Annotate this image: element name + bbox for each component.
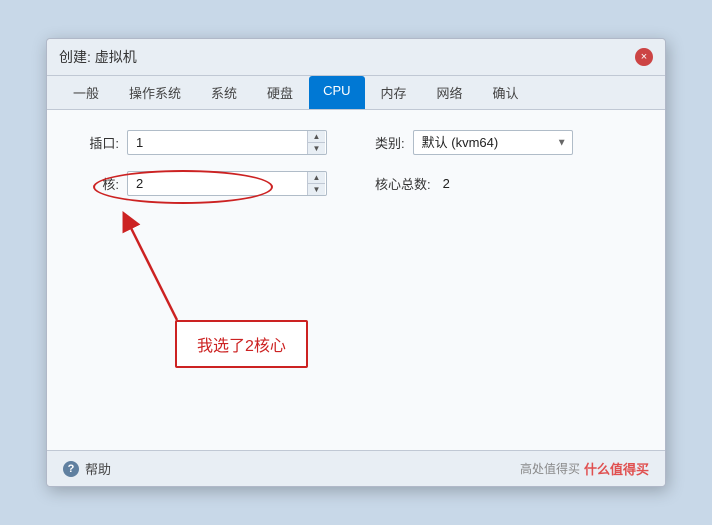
close-button[interactable]: ×: [635, 48, 653, 66]
tab-system[interactable]: 系统: [197, 76, 251, 109]
create-vm-dialog: 创建: 虚拟机 × 一般 操作系统 系统 硬盘 CPU 内存 网络 确认 插口:…: [46, 38, 666, 487]
type-select-wrap: 默认 (kvm64) host qemu64 ▼: [413, 130, 573, 155]
annotation-arrow-svg: [107, 190, 287, 340]
socket-down-button[interactable]: ▼: [307, 143, 325, 154]
annotation-area: [107, 190, 367, 390]
socket-row: 插口: ▲ ▼ 类别: 默认 (kvm64) host qemu64 ▼: [71, 130, 641, 155]
footer-watermark: 高处值得买: [520, 460, 580, 477]
footer-left: ? 帮助: [63, 459, 111, 478]
type-label: 类别:: [375, 133, 405, 152]
tab-bar: 一般 操作系统 系统 硬盘 CPU 内存 网络 确认: [47, 76, 665, 110]
dialog-footer: ? 帮助 高处值得买 什么值得买: [47, 450, 665, 486]
tab-os[interactable]: 操作系统: [115, 76, 195, 109]
socket-label: 插口:: [71, 133, 119, 152]
type-select[interactable]: 默认 (kvm64) host qemu64: [413, 130, 573, 155]
core-label: 核:: [71, 174, 119, 193]
tab-general[interactable]: 一般: [59, 76, 113, 109]
help-label[interactable]: 帮助: [85, 459, 111, 478]
dialog-header: 创建: 虚拟机 ×: [47, 39, 665, 76]
core-row: 核: ▲ ▼ 核心总数: 2: [71, 171, 641, 196]
tab-confirm[interactable]: 确认: [479, 76, 533, 109]
tab-network[interactable]: 网络: [423, 76, 477, 109]
total-cores-value: 2: [443, 176, 450, 191]
callout-box: 我选了2核心: [175, 320, 308, 368]
core-down-button[interactable]: ▼: [307, 184, 325, 195]
socket-input[interactable]: [127, 130, 327, 155]
socket-spinners: ▲ ▼: [307, 131, 325, 154]
core-input-wrap: ▲ ▼: [127, 171, 327, 196]
total-cores-group: 核心总数: 2: [375, 174, 450, 193]
dialog-title: 创建: 虚拟机: [59, 47, 137, 67]
tab-memory[interactable]: 内存: [367, 76, 421, 109]
tab-cpu[interactable]: CPU: [309, 76, 364, 109]
socket-up-button[interactable]: ▲: [307, 131, 325, 143]
callout-text: 我选了2核心: [197, 338, 286, 355]
total-cores-label: 核心总数:: [375, 174, 431, 193]
footer-brand: 什么值得买: [584, 459, 649, 478]
socket-input-wrap: ▲ ▼: [127, 130, 327, 155]
dialog-body: 插口: ▲ ▼ 类别: 默认 (kvm64) host qemu64 ▼: [47, 110, 665, 450]
core-input[interactable]: [127, 171, 327, 196]
core-up-button[interactable]: ▲: [307, 172, 325, 184]
core-spinners: ▲ ▼: [307, 172, 325, 195]
tab-disk[interactable]: 硬盘: [253, 76, 307, 109]
close-icon: ×: [641, 52, 647, 63]
footer-right: 高处值得买 什么值得买: [520, 459, 649, 478]
help-icon: ?: [63, 461, 79, 477]
type-group: 类别: 默认 (kvm64) host qemu64 ▼: [375, 130, 573, 155]
